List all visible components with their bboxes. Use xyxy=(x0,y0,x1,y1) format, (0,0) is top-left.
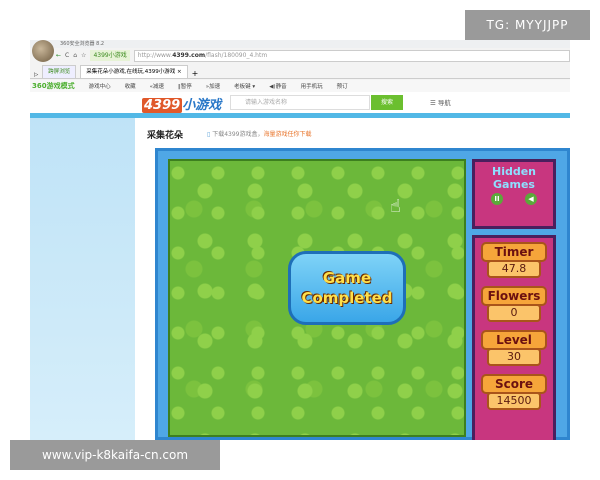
download-text: 下载4399游戏盒， xyxy=(212,131,264,138)
pointer-hand-icon: ☝ xyxy=(390,196,401,217)
game-toolbar: 360游戏模式 游戏中心 收藏 «减速 ‖暂停 »加速 老板键 ▾ ◀)静音 用… xyxy=(30,80,570,92)
game-completed-popup: Game Completed xyxy=(288,251,406,325)
url-prefix: http://www. xyxy=(137,52,173,59)
logo-line-2: Games xyxy=(493,178,535,191)
search-input[interactable]: 请输入游戏名称 xyxy=(230,95,370,110)
slow-down-button[interactable]: «减速 xyxy=(150,82,164,90)
pause-button[interactable]: ‖暂停 xyxy=(178,82,192,90)
boss-key-button[interactable]: 老板键 ▾ xyxy=(234,82,255,90)
refresh-icon[interactable]: C xyxy=(65,52,69,59)
watermark-bottom: www.vip-k8kaifa-cn.com xyxy=(10,440,220,470)
tab-bar: ▷ 跨屏浏览 采集花朵小游戏,在线玩,4399小游戏 × + xyxy=(30,64,570,79)
stat-score: Score 14500 xyxy=(481,374,547,410)
page-title: 采集花朵 xyxy=(147,131,184,141)
nav-menu-button[interactable]: ☰ 导航 xyxy=(430,97,451,107)
new-tab-button[interactable]: + xyxy=(192,69,199,78)
game-center-button[interactable]: 游戏中心 xyxy=(89,82,111,90)
sound-icon[interactable]: ◀ xyxy=(525,193,537,205)
stat-value: 47.8 xyxy=(487,260,541,278)
site-header: 4399 小游戏 请输入游戏名称 搜索 ☰ 导航 xyxy=(30,92,570,113)
mute-button[interactable]: ◀)静音 xyxy=(269,82,286,90)
stat-timer: Timer 47.8 xyxy=(481,242,547,278)
site-badge[interactable]: 4399小游戏 xyxy=(90,50,130,61)
popup-line-1: Game xyxy=(322,269,372,287)
game-frame: ☝ Game Completed Hidden Games II ◀ Timer 4… xyxy=(155,148,570,440)
tab-cross-screen[interactable]: 跨屏浏览 xyxy=(42,65,77,78)
download-link[interactable]: ▯ 下载4399游戏盒，海量游戏任你下载 xyxy=(207,129,312,138)
search-button[interactable]: 搜索 xyxy=(371,95,403,110)
game-mode-label: 360游戏模式 xyxy=(32,82,75,90)
logo-line-1: Hidden xyxy=(491,165,537,178)
hidden-games-logo: Hidden Games II ◀ xyxy=(472,159,556,229)
stat-label: Timer xyxy=(481,242,547,262)
game-play-area[interactable]: ☝ Game Completed xyxy=(168,159,466,437)
stat-value: 30 xyxy=(487,348,541,366)
favorite-button[interactable]: 收藏 xyxy=(125,82,136,90)
page-content: 采集花朵 ▯ 下载4399游戏盒，海量游戏任你下载 ☝ Game Complet… xyxy=(135,118,570,440)
stat-level: Level 30 xyxy=(481,330,547,366)
url-input[interactable]: http://www. 4399.com/flash/180090_4.htm xyxy=(133,49,570,62)
browser-window: 360安全浏览器 8.2 ← C ⌂ ☆ 4399小游戏 http://www.… xyxy=(30,40,570,440)
popup-line-2: Completed xyxy=(301,289,393,307)
address-bar: ← C ⌂ ☆ 4399小游戏 http://www. 4399.com/flas… xyxy=(56,48,570,63)
stat-value: 14500 xyxy=(487,392,541,410)
speed-up-button[interactable]: »加速 xyxy=(206,82,220,90)
url-domain: 4399.com xyxy=(172,52,206,59)
logo-number: 4399 xyxy=(142,98,183,113)
star-icon[interactable]: ☆ xyxy=(81,52,86,59)
preorder-button[interactable]: 预订 xyxy=(337,82,348,90)
back-icon[interactable]: ← xyxy=(56,52,61,59)
logo-text: 小游戏 xyxy=(182,98,222,113)
site-logo[interactable]: 4399 小游戏 xyxy=(142,94,221,113)
sidebar-toggle-icon[interactable]: ▷ xyxy=(34,72,38,78)
url-path: /flash/180090_4.htm xyxy=(205,52,268,59)
tab-game[interactable]: 采集花朵小游戏,在线玩,4399小游戏 × xyxy=(80,65,188,78)
stats-panel: Timer 47.8 Flowers 0 Level 30 Score 14500 xyxy=(472,235,556,440)
pause-icon[interactable]: II xyxy=(491,193,503,205)
download-highlight: 海量游戏任你下载 xyxy=(263,131,312,138)
stat-value: 0 xyxy=(487,304,541,322)
home-icon[interactable]: ⌂ xyxy=(73,52,77,59)
stat-label: Level xyxy=(481,330,547,350)
avatar[interactable] xyxy=(32,40,54,62)
mobile-play-button[interactable]: 用手机玩 xyxy=(301,82,323,90)
stat-flowers: Flowers 0 xyxy=(481,286,547,322)
game-side-panel: Hidden Games II ◀ Timer 47.8 Flowers 0 Leve… xyxy=(472,159,556,440)
window-title: 360安全浏览器 8.2 xyxy=(30,40,570,48)
watermark-top: TG: MYYJJPP xyxy=(465,10,590,40)
stat-label: Score xyxy=(481,374,547,394)
stat-label: Flowers xyxy=(481,286,547,306)
